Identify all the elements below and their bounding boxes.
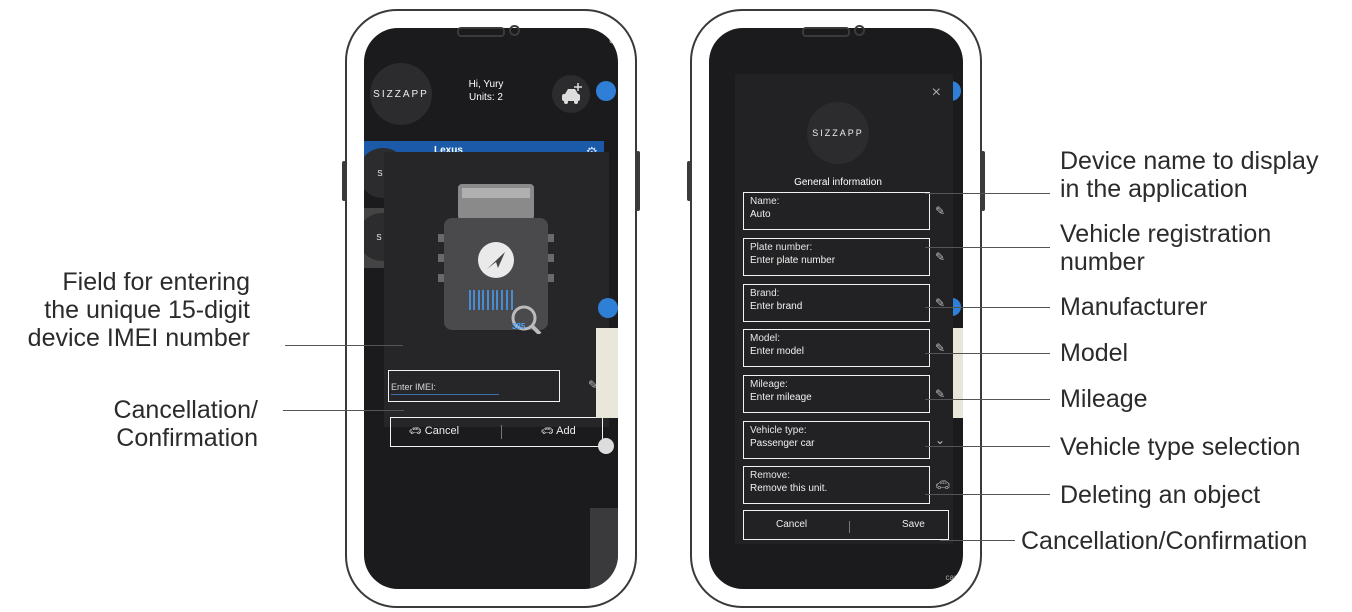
field-value: Enter mileage [750, 392, 812, 403]
add-label: Add [556, 425, 576, 437]
edit-pencil-icon[interactable]: ✎ [935, 204, 945, 218]
leader-device-name [925, 193, 1050, 194]
left-phone-screen: SIZZAPP Hi, Yury Units: 2 ⚷ Lexus ⚙ SI S… [364, 28, 618, 589]
form-field-remove[interactable]: Remove: Remove this unit. [743, 466, 930, 504]
edit-pencil-icon[interactable]: ✎ [935, 250, 945, 264]
speaker [457, 27, 505, 37]
imei-underline [391, 394, 499, 395]
field-value: Enter plate number [750, 255, 836, 266]
leader-model [925, 353, 1050, 354]
leader-vehicle-type [925, 446, 1050, 447]
volume-button [342, 161, 346, 201]
field-label: Name: [750, 196, 780, 207]
cancel-add-bar: 🚗︎ Cancel 🚗︎ Add [390, 417, 603, 447]
leader-plate [925, 247, 1050, 248]
field-label: Model: [750, 333, 781, 344]
form-field-name[interactable]: Name: Auto [743, 192, 930, 230]
cancel-button[interactable]: 🚗︎ Cancel [409, 425, 459, 437]
power-button [981, 151, 985, 211]
camera [509, 25, 520, 36]
obd-device-illustration [438, 184, 554, 334]
field-label: Remove: [750, 470, 791, 481]
right-phone-frame: car? × SIZZAPP General information Name:… [687, 9, 985, 608]
form-field-mileage[interactable]: Mileage: Enter mileage [743, 375, 930, 413]
weather-icon[interactable] [596, 81, 616, 101]
add-device-dialog: 385 Enter IMEI: ✎ 🚗︎ Cancel 🚗︎ Add [384, 152, 609, 447]
divider [501, 425, 502, 439]
annotation-manufacturer: Manufacturer [1060, 293, 1208, 321]
greeting-text: Hi, Yury [468, 79, 504, 90]
form-field-model[interactable]: Model: Enter model [743, 329, 930, 367]
car-icon: 🚗︎ [409, 426, 422, 437]
leader-mileage [925, 399, 1050, 400]
add-button[interactable]: 🚗︎ Add [541, 425, 576, 437]
field-label: Mileage: [750, 379, 788, 390]
form-field-vehicletype[interactable]: Vehicle type: Passenger car [743, 421, 930, 459]
volume-button [687, 161, 691, 201]
field-label: Plate number: [750, 242, 813, 253]
field-value: Enter brand [750, 301, 803, 312]
key-icon: ⚷ [607, 31, 616, 45]
info-icon[interactable] [598, 438, 614, 454]
imei-field[interactable]: Enter IMEI: [388, 370, 560, 402]
speaker [802, 27, 850, 37]
imei-placeholder: Enter IMEI: [391, 382, 437, 392]
greeting-block: Hi, Yury Units: 2 [456, 78, 516, 104]
camera [854, 25, 865, 36]
left-phone-frame: SIZZAPP Hi, Yury Units: 2 ⚷ Lexus ⚙ SI S… [342, 9, 640, 608]
power-button [636, 151, 640, 211]
field-label: Vehicle type: [750, 425, 807, 436]
leader-right-cancel [940, 540, 1015, 541]
add-vehicle-button[interactable] [552, 75, 590, 113]
chevron-down-icon[interactable]: ⌄ [935, 433, 945, 447]
right-phone-screen: car? × SIZZAPP General information Name:… [709, 28, 963, 589]
leader-imei [285, 345, 403, 346]
leader-delete [925, 494, 1050, 495]
leader-manufacturer [925, 307, 1050, 308]
form-field-platenumber[interactable]: Plate number: Enter plate number [743, 238, 930, 276]
annotation-delete: Deleting an object [1060, 481, 1261, 509]
dialog-title: General information [794, 177, 882, 188]
field-value: Enter model [750, 346, 804, 357]
annotation-vehicle-type: Vehicle type selection [1060, 433, 1301, 461]
field-label: Brand: [750, 288, 780, 299]
annotation-plate: Vehicle registration number [1060, 220, 1272, 276]
map-pin-button[interactable] [598, 298, 618, 318]
field-value: Passenger car [750, 438, 815, 449]
general-info-dialog: × SIZZAPP General information Name: Auto ✎… [735, 74, 953, 544]
leader-left-cancel [283, 410, 404, 411]
bottom-panel [590, 508, 618, 588]
field-value: Remove this unit. [750, 483, 828, 494]
cancel-save-bar: Cancel Save [743, 510, 949, 540]
app-logo: SIZZAPP [370, 63, 432, 125]
car-plus-icon [562, 83, 582, 104]
side-peek-text: car? [945, 573, 961, 582]
annotation-imei-field: Field for entering the unique 15-digit d… [27, 268, 250, 352]
cancel-button[interactable]: Cancel [776, 519, 807, 530]
divider [849, 521, 850, 533]
car-icon[interactable]: 🚗︎ [935, 478, 950, 492]
units-count: Units: 2 [469, 92, 503, 103]
car-icon: 🚗︎ [541, 426, 554, 437]
form-field-brand[interactable]: Brand: Enter brand [743, 284, 930, 322]
imei-badge: 385 [512, 322, 526, 331]
annotation-model: Model [1060, 339, 1129, 367]
close-icon[interactable]: × [932, 84, 941, 102]
map-preview [596, 328, 618, 418]
annotation-mileage: Mileage [1060, 385, 1148, 413]
cancel-label: Cancel [424, 425, 460, 437]
field-value: Auto [750, 209, 771, 220]
save-button[interactable]: Save [902, 519, 925, 530]
annotation-device-name: Device name to display in the applicatio… [1060, 147, 1319, 203]
annotation-right-cancel-confirm: Cancellation/Confirmation [1021, 527, 1308, 555]
app-logo: SIZZAPP [807, 102, 869, 164]
annotation-left-cancel-confirm: Cancellation/ Confirmation [113, 396, 258, 452]
